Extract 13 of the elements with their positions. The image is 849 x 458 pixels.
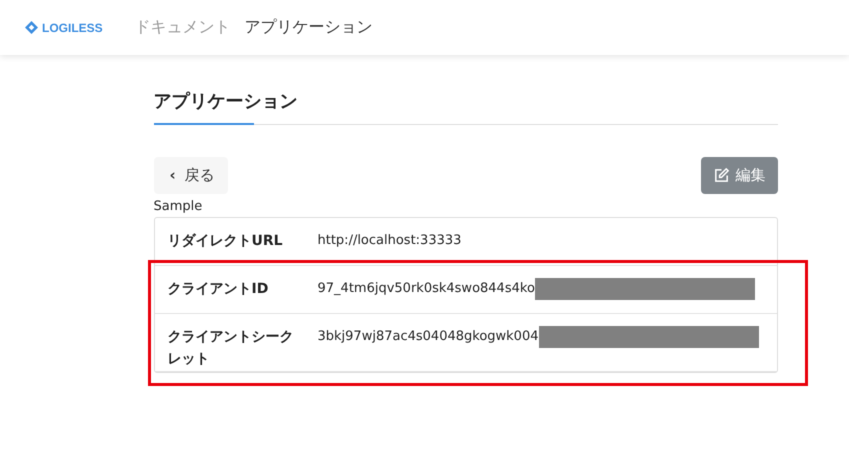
edit-icon (712, 167, 730, 184)
nav-link[interactable]: アプリケーション (244, 17, 373, 38)
edit-button[interactable]: 編集 (700, 157, 778, 194)
row-value: 97_4tm6jqv50rk0sk4swo844s4ko (318, 280, 535, 298)
row-label: リダイレクトURL (168, 232, 284, 251)
app-name: Sample (154, 199, 204, 214)
row-value: 3bkj97wj87ac4s04048gkogwk004 (318, 328, 538, 346)
tab[interactable]: アプリケーション (154, 85, 298, 125)
back-button[interactable]: ‹ 戻る (154, 157, 228, 194)
logo-icon (25, 21, 38, 34)
row-label: クライアントID (168, 280, 270, 299)
row-value: http://localhost:33333 (318, 232, 462, 250)
row-label: クライアントシークレット (168, 328, 294, 370)
